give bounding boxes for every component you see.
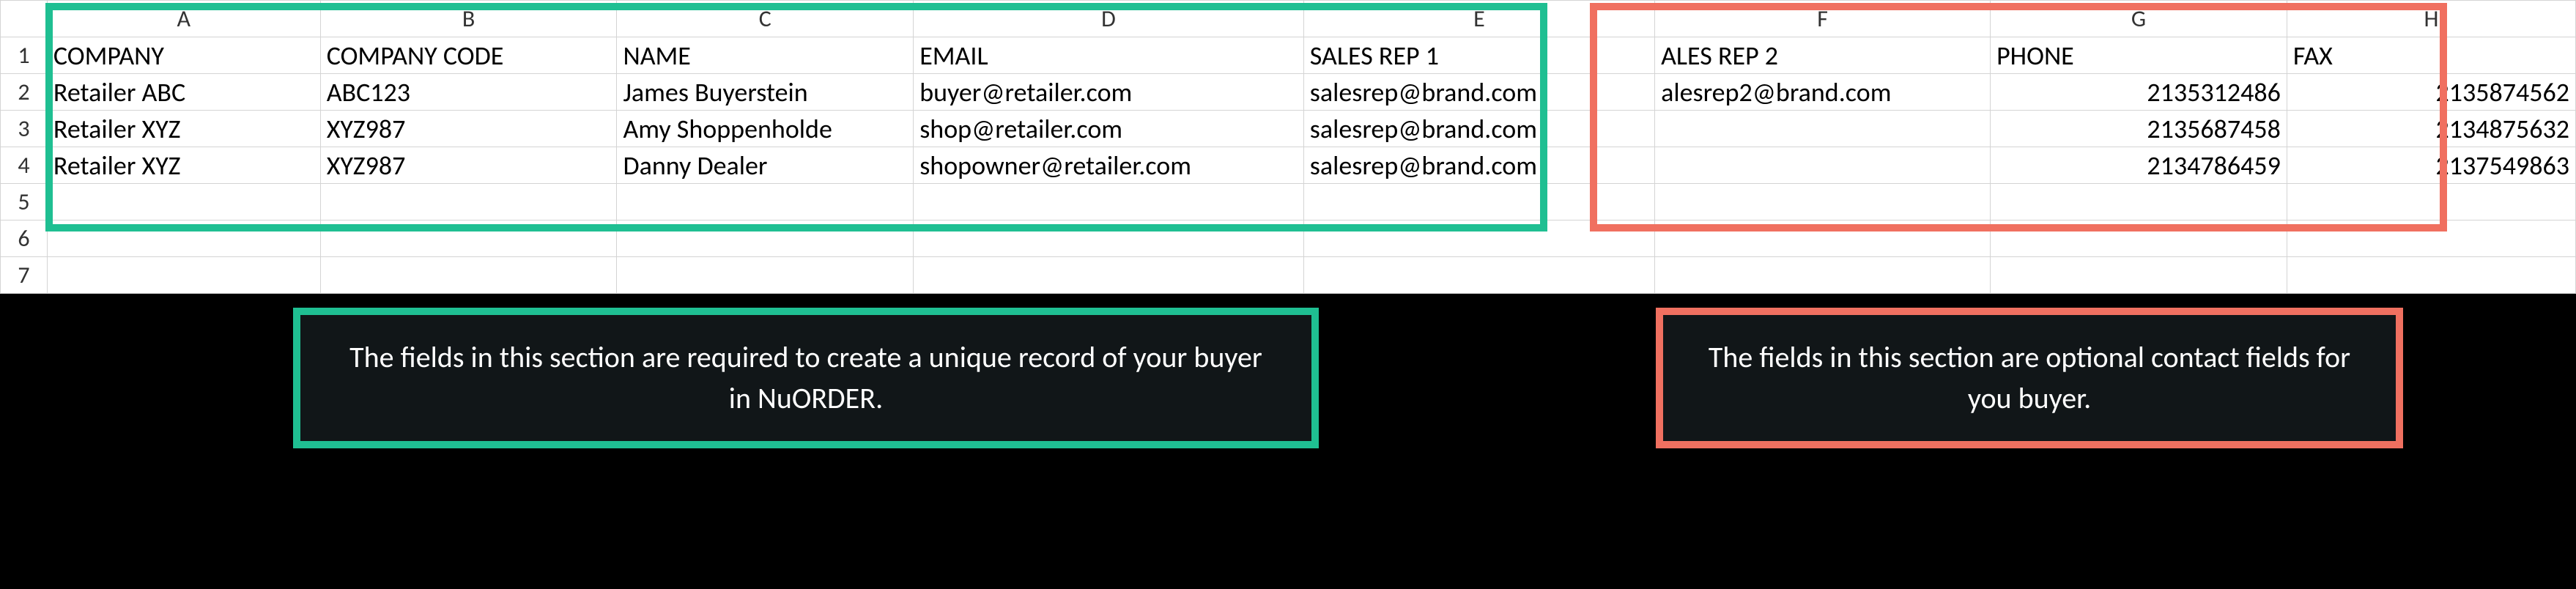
cell-H5[interactable] (2287, 184, 2575, 221)
table-row: 3 Retailer XYZ XYZ987 Amy Shoppenholde s… (1, 111, 2576, 147)
cell-H1[interactable]: FAX (2287, 37, 2575, 74)
cell-C2[interactable]: James Buyerstein (617, 74, 914, 111)
cell-G4[interactable]: 2134786459 (1991, 147, 2287, 184)
cell-D5[interactable] (914, 184, 1304, 221)
cell-G3[interactable]: 2135687458 (1991, 111, 2287, 147)
corner-cell (1, 1, 48, 37)
table-row: 5 (1, 184, 2576, 221)
cell-D4[interactable]: shopowner@retailer.com (914, 147, 1304, 184)
cell-H2[interactable]: 2135874562 (2287, 74, 2575, 111)
cell-A3[interactable]: Retailer XYZ (47, 111, 320, 147)
cell-C1[interactable]: NAME (617, 37, 914, 74)
spreadsheet-container: A B C D E F G H 1 COMPANY COMPANY CODE N… (0, 0, 2576, 323)
cell-D7[interactable] (914, 257, 1304, 294)
col-header-E[interactable]: E (1303, 1, 1654, 37)
cell-F6[interactable] (1655, 221, 1991, 257)
cell-B2[interactable]: ABC123 (320, 74, 617, 111)
row-header-1[interactable]: 1 (1, 37, 48, 74)
cell-A4[interactable]: Retailer XYZ (47, 147, 320, 184)
row-header-3[interactable]: 3 (1, 111, 48, 147)
col-header-A[interactable]: A (47, 1, 320, 37)
spreadsheet: A B C D E F G H 1 COMPANY COMPANY CODE N… (0, 0, 2576, 294)
cell-F3[interactable] (1655, 111, 1991, 147)
cell-G6[interactable] (1991, 221, 2287, 257)
required-fields-callout: The fields in this section are required … (293, 308, 1319, 448)
cell-B4[interactable]: XYZ987 (320, 147, 617, 184)
row-header-2[interactable]: 2 (1, 74, 48, 111)
cell-F5[interactable] (1655, 184, 1991, 221)
table-row: 2 Retailer ABC ABC123 James Buyerstein b… (1, 74, 2576, 111)
cell-A6[interactable] (47, 221, 320, 257)
cell-C7[interactable] (617, 257, 914, 294)
col-header-G[interactable]: G (1991, 1, 2287, 37)
cell-H7[interactable] (2287, 257, 2575, 294)
cell-F2[interactable]: alesrep2@brand.com (1655, 74, 1991, 111)
cell-C4[interactable]: Danny Dealer (617, 147, 914, 184)
cell-A2[interactable]: Retailer ABC (47, 74, 320, 111)
cell-E3[interactable]: salesrep@brand.com (1303, 111, 1654, 147)
row-header-5[interactable]: 5 (1, 184, 48, 221)
table-row: 7 (1, 257, 2576, 294)
col-header-H[interactable]: H (2287, 1, 2575, 37)
row-header-4[interactable]: 4 (1, 147, 48, 184)
cell-H3[interactable]: 2134875632 (2287, 111, 2575, 147)
cell-H6[interactable] (2287, 221, 2575, 257)
cell-D3[interactable]: shop@retailer.com (914, 111, 1304, 147)
table-row: 6 (1, 221, 2576, 257)
cell-A1[interactable]: COMPANY (47, 37, 320, 74)
cell-B6[interactable] (320, 221, 617, 257)
optional-fields-callout: The fields in this section are optional … (1656, 308, 2403, 448)
col-header-F[interactable]: F (1655, 1, 1991, 37)
table-row: 4 Retailer XYZ XYZ987 Danny Dealer shopo… (1, 147, 2576, 184)
cell-E4[interactable]: salesrep@brand.com (1303, 147, 1654, 184)
col-header-D[interactable]: D (914, 1, 1304, 37)
cell-E1[interactable]: SALES REP 1 (1303, 37, 1654, 74)
cell-E2[interactable]: salesrep@brand.com (1303, 74, 1654, 111)
cell-C3[interactable]: Amy Shoppenholde (617, 111, 914, 147)
cell-E7[interactable] (1303, 257, 1654, 294)
cell-B1[interactable]: COMPANY CODE (320, 37, 617, 74)
cell-A7[interactable] (47, 257, 320, 294)
cell-E6[interactable] (1303, 221, 1654, 257)
cell-D6[interactable] (914, 221, 1304, 257)
cell-H4[interactable]: 2137549863 (2287, 147, 2575, 184)
cell-E5[interactable] (1303, 184, 1654, 221)
cell-C5[interactable] (617, 184, 914, 221)
cell-D1[interactable]: EMAIL (914, 37, 1304, 74)
row-header-7[interactable]: 7 (1, 257, 48, 294)
cell-B7[interactable] (320, 257, 617, 294)
cell-C6[interactable] (617, 221, 914, 257)
cell-G2[interactable]: 2135312486 (1991, 74, 2287, 111)
table-row: 1 COMPANY COMPANY CODE NAME EMAIL SALES … (1, 37, 2576, 74)
cell-F7[interactable] (1655, 257, 1991, 294)
cell-B3[interactable]: XYZ987 (320, 111, 617, 147)
cell-B5[interactable] (320, 184, 617, 221)
cell-F1[interactable]: ALES REP 2 (1655, 37, 1991, 74)
column-header-row: A B C D E F G H (1, 1, 2576, 37)
row-header-6[interactable]: 6 (1, 221, 48, 257)
cell-G5[interactable] (1991, 184, 2287, 221)
cell-F4[interactable] (1655, 147, 1991, 184)
cell-A5[interactable] (47, 184, 320, 221)
cell-G7[interactable] (1991, 257, 2287, 294)
col-header-B[interactable]: B (320, 1, 617, 37)
cell-G1[interactable]: PHONE (1991, 37, 2287, 74)
cell-D2[interactable]: buyer@retailer.com (914, 74, 1304, 111)
col-header-C[interactable]: C (617, 1, 914, 37)
